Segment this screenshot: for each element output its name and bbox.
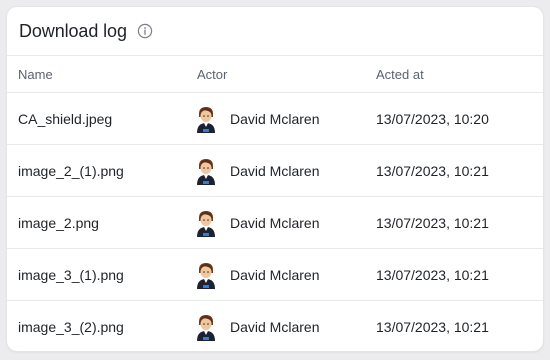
avatar — [195, 209, 217, 237]
actor-cell: David Mclaren — [186, 157, 365, 185]
actor-cell: David Mclaren — [186, 261, 365, 289]
actor-name: David Mclaren — [230, 214, 320, 231]
file-name: image_3_(1).png — [18, 266, 124, 283]
table-row[interactable]: image_3_(2).png David Mclaren 13/07/2023… — [7, 301, 543, 351]
column-header-name[interactable]: Name — [7, 67, 186, 82]
table-header: Name Actor Acted at — [7, 56, 543, 93]
actor-name: David Mclaren — [230, 319, 320, 335]
acted-at: 13/07/2023, 10:21 — [376, 266, 489, 283]
table-body: CA_shield.jpeg David Mclaren 13/07/2023,… — [7, 93, 543, 351]
table-row[interactable]: image_2_(1).png David Mclaren 13/07/2023… — [7, 145, 543, 197]
actor-cell: David Mclaren — [186, 209, 365, 237]
info-icon[interactable] — [137, 23, 153, 39]
actor-name: David Mclaren — [230, 110, 320, 127]
actor-cell: David Mclaren — [186, 313, 365, 341]
panel-header: Download log — [7, 7, 543, 56]
acted-at: 13/07/2023, 10:21 — [376, 214, 489, 231]
acted-at: 13/07/2023, 10:20 — [376, 110, 489, 127]
avatar — [195, 105, 217, 133]
acted-at: 13/07/2023, 10:21 — [376, 162, 489, 179]
table-row[interactable]: image_3_(1).png David Mclaren 13/07/2023… — [7, 249, 543, 301]
file-name: image_2.png — [18, 214, 99, 231]
panel-title: Download log — [19, 20, 127, 41]
file-name: image_2_(1).png — [18, 162, 124, 179]
column-header-acted-at[interactable]: Acted at — [365, 67, 543, 82]
file-name: CA_shield.jpeg — [18, 110, 113, 127]
actor-name: David Mclaren — [230, 266, 320, 283]
column-header-actor[interactable]: Actor — [186, 67, 365, 82]
avatar — [195, 313, 217, 341]
avatar — [195, 157, 217, 185]
file-name: image_3_(2).png — [18, 319, 124, 335]
actor-name: David Mclaren — [230, 162, 320, 179]
actor-cell: David Mclaren — [186, 105, 365, 133]
table-row[interactable]: image_2.png David Mclaren 13/07/2023, 10… — [7, 197, 543, 249]
download-log-panel: Download log Name Actor Acted at CA_shie… — [7, 7, 543, 351]
table-row[interactable]: CA_shield.jpeg David Mclaren 13/07/2023,… — [7, 93, 543, 145]
acted-at: 13/07/2023, 10:21 — [376, 319, 489, 335]
avatar — [195, 261, 217, 289]
